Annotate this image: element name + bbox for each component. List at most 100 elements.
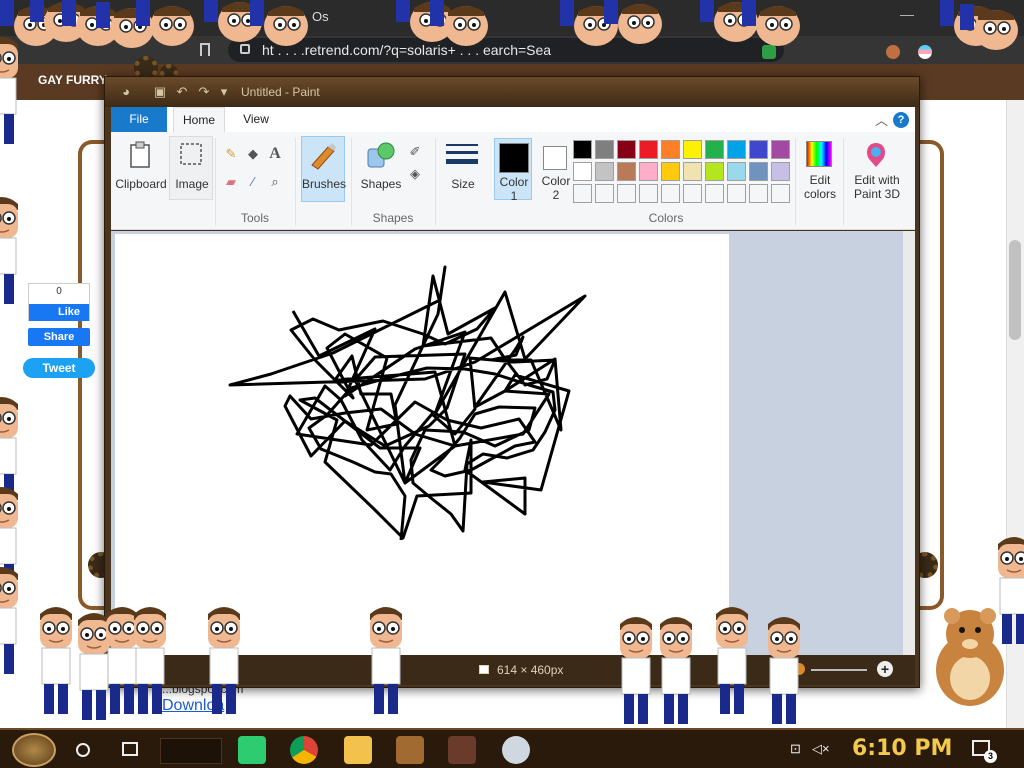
palette-swatch[interactable]: [595, 162, 614, 181]
size-button[interactable]: Size: [439, 136, 485, 200]
save-icon[interactable]: ▣: [153, 85, 167, 99]
paint-app-icon: ◕: [122, 84, 130, 99]
brushes-button[interactable]: Brushes: [301, 136, 347, 202]
help-icon[interactable]: ?: [893, 112, 909, 128]
shapes-icon: [367, 142, 395, 168]
canvas-size-readout: 614 × 460px: [497, 663, 564, 677]
facebook-like-button[interactable]: Like: [29, 304, 89, 321]
network-icon[interactable]: ⊡: [790, 742, 806, 756]
customize-toolbar-icon[interactable]: ▾: [217, 85, 231, 99]
ribbon-home: Clipboard Image ✎ ◆ A ▰ ⁄ ⌕ Tools Brushe…: [111, 132, 915, 230]
color2-button[interactable]: Color 2: [537, 138, 575, 202]
brushes-label: Brushes: [302, 177, 347, 191]
line-size-icon: [446, 144, 478, 164]
outline-icon[interactable]: ✐: [407, 144, 423, 160]
shapes-button[interactable]: Shapes: [357, 136, 403, 200]
volume-muted-icon[interactable]: ◁×: [812, 742, 830, 756]
cartoon-figure-image: [0, 567, 18, 674]
paint-titlebar[interactable]: ◕ ▣ ↶ ↷ ▾ Untitled - Paint: [105, 77, 919, 107]
scribble-drawing: [228, 265, 587, 541]
start-button[interactable]: [12, 733, 56, 767]
tweet-button[interactable]: Tweet: [23, 358, 95, 378]
fill-icon[interactable]: ◈: [407, 166, 423, 182]
palette-swatch[interactable]: [617, 162, 636, 181]
palette-swatch[interactable]: [639, 162, 658, 181]
edit-with-paint3d-button[interactable]: Edit with Paint 3D: [847, 136, 905, 201]
custom-color-slot[interactable]: [705, 184, 724, 203]
custom-color-slot[interactable]: [595, 184, 614, 203]
custom-color-slot[interactable]: [639, 184, 658, 203]
page-header-text[interactable]: GAY FURRY: [38, 73, 107, 87]
palette-swatch[interactable]: [705, 140, 724, 159]
window-title: Untitled - Paint: [241, 85, 320, 99]
taskbar-clock[interactable]: 6:10 PM: [852, 736, 952, 761]
custom-color-slot[interactable]: [617, 184, 636, 203]
facebook-share-button[interactable]: Share: [28, 328, 90, 346]
undo-icon[interactable]: ↶: [175, 85, 189, 99]
palette-swatch[interactable]: [727, 162, 746, 181]
palette-swatch[interactable]: [661, 162, 680, 181]
browser-tab-title[interactable]: Os: [312, 9, 329, 24]
paint-taskbar-icon[interactable]: [502, 736, 530, 764]
color-spectrum-icon: [806, 141, 832, 167]
palette-swatch[interactable]: [749, 162, 768, 181]
palette-swatch[interactable]: [771, 140, 790, 159]
steampunk-pipe-right: [918, 140, 944, 610]
tab-file[interactable]: File: [111, 107, 167, 132]
color-picker-icon[interactable]: ⁄: [245, 174, 261, 190]
taskbar: ⊡ ◁× 6:10 PM 3: [0, 728, 1024, 768]
tab-view[interactable]: View: [231, 107, 281, 132]
palette-swatch[interactable]: [595, 140, 614, 159]
canvas-scrollbar[interactable]: [903, 231, 915, 655]
chrome-icon[interactable]: [290, 736, 318, 764]
custom-color-slot[interactable]: [683, 184, 702, 203]
file-explorer-icon[interactable]: [344, 736, 372, 764]
collapse-ribbon-icon[interactable]: ︿: [875, 110, 888, 129]
custom-color-slot[interactable]: [661, 184, 680, 203]
page-scroll-thumb[interactable]: [1009, 240, 1021, 340]
zoom-in-icon[interactable]: +: [877, 661, 893, 677]
clipboard-button[interactable]: Clipboard: [115, 136, 167, 200]
custom-color-slot[interactable]: [573, 184, 592, 203]
palette-swatch[interactable]: [705, 162, 724, 181]
palette-swatch[interactable]: [749, 140, 768, 159]
cortana-icon[interactable]: [76, 743, 90, 757]
pencil-icon[interactable]: ✎: [223, 146, 239, 162]
tab-home[interactable]: Home: [173, 107, 225, 132]
image-label: Image: [175, 177, 209, 191]
drawing-canvas[interactable]: [115, 234, 729, 655]
custom-color-slot[interactable]: [749, 184, 768, 203]
custom-color-slot[interactable]: [771, 184, 790, 203]
redo-icon[interactable]: ↷: [197, 85, 211, 99]
taskbar-search-slot[interactable]: [160, 738, 222, 764]
palette-swatch[interactable]: [683, 140, 702, 159]
magnifier-icon[interactable]: ⌕: [267, 174, 283, 190]
media-app-icon[interactable]: [448, 736, 476, 764]
custom-color-slot[interactable]: [727, 184, 746, 203]
palette-swatch[interactable]: [639, 140, 658, 159]
edit-colors-button[interactable]: Edit colors: [795, 136, 843, 201]
palette-swatch[interactable]: [573, 140, 592, 159]
profile-avatar-icon[interactable]: [886, 45, 900, 59]
paint-window: ◕ ▣ ↶ ↷ ▾ Untitled - Paint File Home Vie…: [104, 76, 920, 688]
messaging-app-icon[interactable]: [238, 736, 266, 764]
window-minimize-icon[interactable]: —: [900, 6, 914, 22]
game-app-icon[interactable]: [396, 736, 424, 764]
palette-swatch[interactable]: [573, 162, 592, 181]
palette-swatch[interactable]: [683, 162, 702, 181]
image-button[interactable]: Image: [169, 136, 213, 200]
select-icon: [180, 143, 202, 165]
task-view-icon[interactable]: [122, 742, 138, 756]
color1-button[interactable]: Color 1: [494, 138, 532, 203]
eraser-icon[interactable]: ▰: [223, 174, 239, 190]
palette-swatch[interactable]: [771, 162, 790, 181]
cartoon-figure-image: [716, 607, 748, 714]
palette-swatch[interactable]: [727, 140, 746, 159]
flag-extension-icon[interactable]: [918, 45, 932, 59]
palette-swatch[interactable]: [661, 140, 680, 159]
fill-bucket-icon[interactable]: ◆: [245, 146, 261, 162]
palette-swatch[interactable]: [617, 140, 636, 159]
zoom-slider[interactable]: [811, 669, 867, 671]
edit-colors-line1: Edit: [809, 173, 831, 187]
text-icon[interactable]: A: [267, 146, 283, 162]
